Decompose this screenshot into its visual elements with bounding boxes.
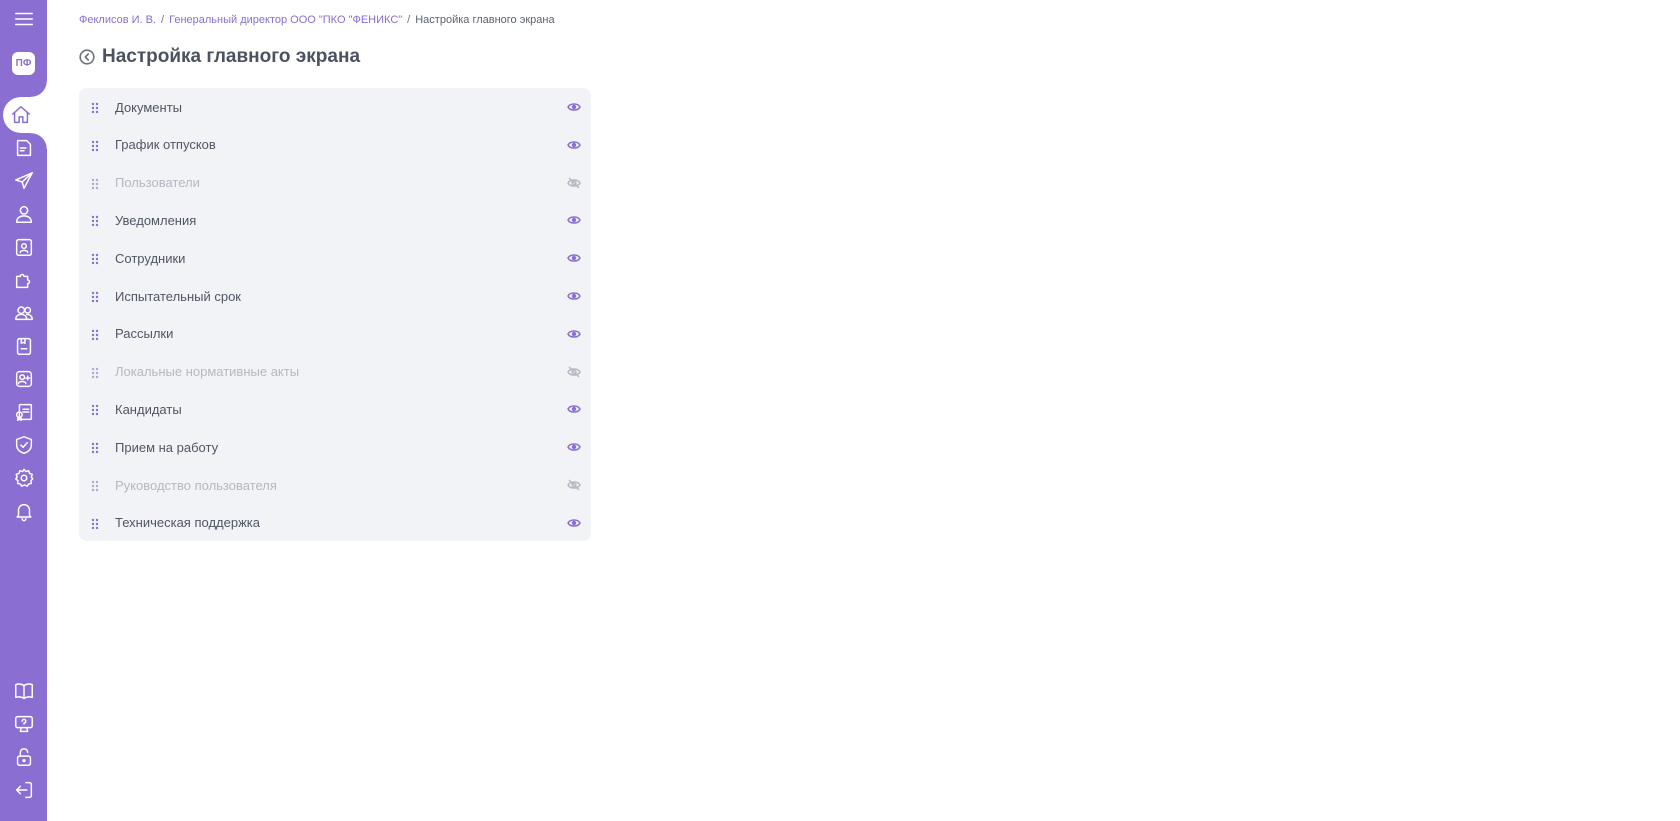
widget-row[interactable]: Руководство пользователя <box>79 466 591 504</box>
widget-label: Прием на работу <box>115 439 219 455</box>
widget-label: Локальные нормативные акты <box>115 364 300 380</box>
lock-icon <box>16 748 31 766</box>
eye-off-icon[interactable] <box>567 479 581 491</box>
drag-handle-icon[interactable] <box>91 252 99 265</box>
drag-handle-icon[interactable] <box>91 366 99 378</box>
shield-check-icon <box>15 436 32 454</box>
home-icon <box>12 106 30 124</box>
widget-label: Рассылки <box>115 326 174 342</box>
drag-handle-icon[interactable] <box>91 101 99 114</box>
book-icon <box>14 683 33 700</box>
sidebar-item-support[interactable] <box>0 709 47 739</box>
drag-handle-icon[interactable] <box>91 177 99 189</box>
widget-label: Уведомления <box>115 212 197 228</box>
breadcrumb-separator: / <box>161 14 165 26</box>
widget-row[interactable]: Уведомления <box>79 201 591 239</box>
sidebar-item-password[interactable] <box>0 742 47 772</box>
breadcrumb-separator: / <box>407 14 411 26</box>
user-icon <box>15 205 32 223</box>
widget-row[interactable]: Пользователи <box>79 164 591 202</box>
sidebar-item-notifications[interactable] <box>0 496 47 526</box>
page-header: Настройка главного экрана <box>79 46 360 68</box>
sidebar-item-home[interactable] <box>3 81 47 149</box>
drag-handle-icon[interactable] <box>91 441 99 454</box>
sidebar-item-teams[interactable] <box>0 298 47 328</box>
widget-row[interactable]: Испытательный срок <box>79 277 591 315</box>
widget-list: Документы График отпусков Пользователи Увед… <box>79 88 591 541</box>
widget-row[interactable]: Прием на работу <box>79 428 591 466</box>
widget-row[interactable]: Документы <box>79 88 591 126</box>
back-button[interactable] <box>79 49 95 65</box>
eye-off-icon[interactable] <box>567 366 581 378</box>
sidebar: ПФ <box>0 0 47 821</box>
gear-icon <box>14 468 33 487</box>
drag-handle-icon[interactable] <box>91 139 99 151</box>
breadcrumb: Феклисов И. В. / Генеральный директор ООО … <box>79 14 555 26</box>
logout-icon <box>15 781 32 799</box>
widget-label: Руководство пользователя <box>115 477 277 493</box>
widget-row[interactable]: График отпусков <box>79 126 591 164</box>
badge-icon <box>15 238 32 256</box>
eye-icon[interactable] <box>567 328 581 340</box>
breadcrumb-current: Настройка главного экрана <box>415 14 555 26</box>
eye-icon[interactable] <box>567 139 581 151</box>
sidebar-item-certificates[interactable] <box>0 397 47 427</box>
drag-handle-icon[interactable] <box>91 328 99 340</box>
widget-label: Кандидаты <box>115 401 182 417</box>
clipboard-icon <box>16 337 31 355</box>
widget-row[interactable]: Рассылки <box>79 315 591 353</box>
widget-label: Техническая поддержка <box>115 515 260 531</box>
sidebar-item-modules[interactable] <box>0 265 47 295</box>
eye-icon[interactable] <box>567 101 581 113</box>
eye-icon[interactable] <box>567 403 581 415</box>
sidebar-item-settings[interactable] <box>0 463 47 493</box>
widget-row[interactable]: Локальные нормативные акты <box>79 353 591 391</box>
sidebar-item-documents[interactable] <box>0 133 47 163</box>
eye-icon[interactable] <box>567 214 581 226</box>
puzzle-icon <box>15 273 30 289</box>
widget-row[interactable]: Кандидаты <box>79 390 591 428</box>
drag-handle-icon[interactable] <box>91 290 99 303</box>
widget-label: Сотрудники <box>115 250 186 266</box>
widget-row[interactable]: Сотрудники <box>79 239 591 277</box>
sidebar-item-candidates[interactable] <box>0 364 47 394</box>
widget-label: График отпусков <box>115 137 216 153</box>
logo[interactable]: ПФ <box>12 52 35 75</box>
sidebar-item-users[interactable] <box>0 199 47 229</box>
team-icon <box>14 306 33 321</box>
certificate-icon <box>15 403 32 421</box>
widget-label: Испытательный срок <box>115 288 241 304</box>
eye-icon[interactable] <box>567 252 581 264</box>
widget-row[interactable]: Техническая поддержка <box>79 504 591 542</box>
sidebar-item-mailings[interactable] <box>0 166 47 196</box>
drag-handle-icon[interactable] <box>91 214 99 227</box>
sidebar-item-guide[interactable] <box>0 676 47 706</box>
drag-handle-icon[interactable] <box>91 479 99 492</box>
breadcrumb-position[interactable]: Генеральный директор ООО "ПКО "ФЕНИКС" <box>169 14 402 26</box>
eye-off-icon[interactable] <box>567 177 581 189</box>
menu-icon[interactable] <box>0 4 47 34</box>
sidebar-item-tasks[interactable] <box>0 331 47 361</box>
eye-icon[interactable] <box>567 441 581 453</box>
widget-label: Документы <box>115 99 183 115</box>
document-icon <box>16 139 31 157</box>
drag-handle-icon[interactable] <box>91 403 99 416</box>
bell-icon <box>15 503 32 522</box>
breadcrumb-user[interactable]: Феклисов И. В. <box>79 14 156 26</box>
page-title: Настройка главного экрана <box>102 46 361 67</box>
eye-icon[interactable] <box>567 290 581 302</box>
sidebar-item-security[interactable] <box>0 430 47 460</box>
widget-label: Пользователи <box>115 175 200 191</box>
support-icon <box>14 715 33 733</box>
send-icon <box>14 172 33 190</box>
back-arrow-icon <box>79 49 95 65</box>
sidebar-item-employees[interactable] <box>0 232 47 262</box>
sidebar-item-logout[interactable] <box>0 775 47 805</box>
contact-add-icon <box>15 370 32 388</box>
eye-icon[interactable] <box>567 517 581 529</box>
drag-handle-icon[interactable] <box>91 517 99 529</box>
